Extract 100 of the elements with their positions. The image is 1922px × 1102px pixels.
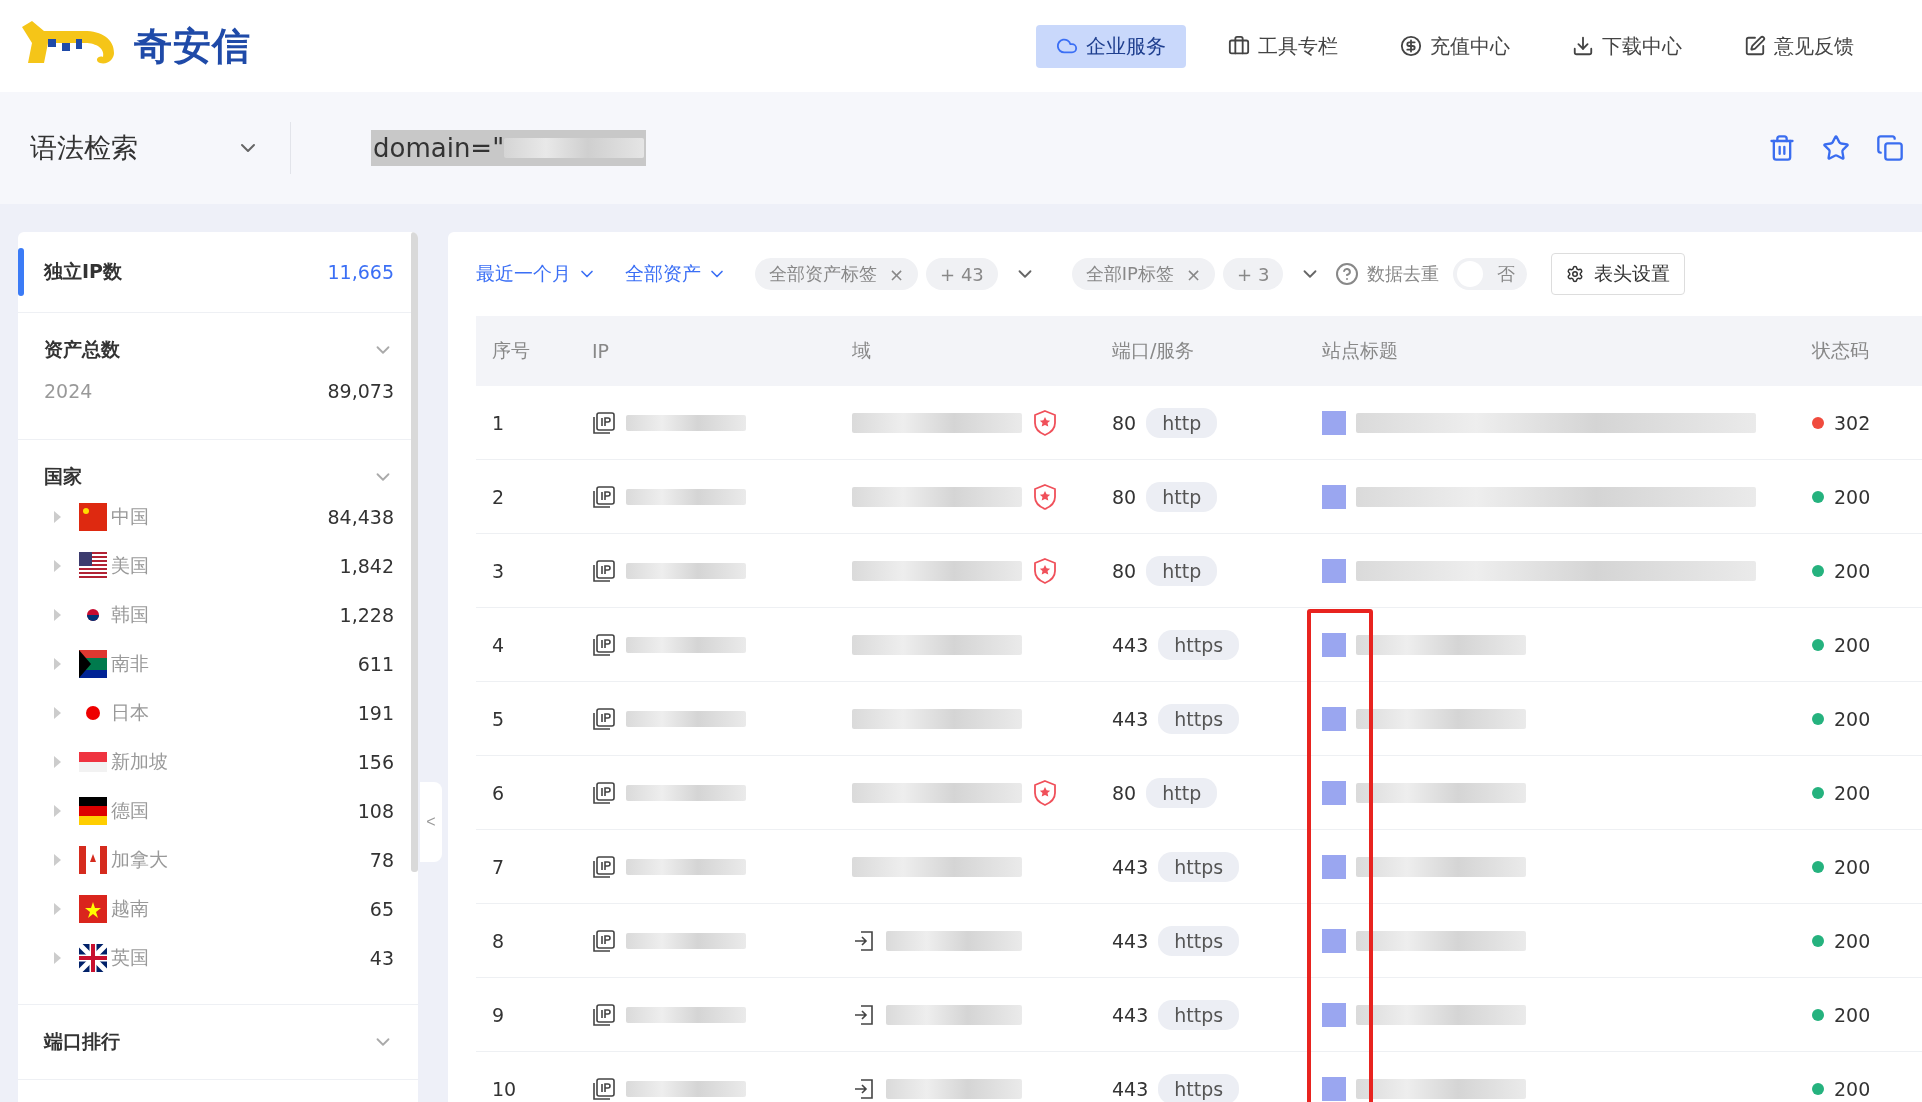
item-count: 611 — [357, 652, 394, 675]
item-count: 1,228 — [339, 603, 394, 626]
section-title: 独立IP数 — [44, 259, 122, 284]
item-count: 89,073 — [327, 380, 394, 402]
coin-icon — [1400, 35, 1422, 57]
ip-icon — [592, 780, 616, 805]
item-label[interactable]: 2024 — [44, 380, 93, 402]
favicon — [1322, 410, 1346, 435]
shield-icon — [1032, 408, 1058, 437]
expand-icon[interactable] — [54, 902, 61, 915]
favicon — [1322, 632, 1346, 657]
column-header[interactable]: IP — [592, 340, 852, 362]
item-label[interactable]: 英国 — [111, 944, 149, 971]
time-filter[interactable]: 最近一个月 — [476, 261, 597, 287]
item-label[interactable]: 南非 — [111, 650, 149, 677]
star-icon[interactable] — [1822, 134, 1850, 162]
service-tag: https — [1158, 629, 1240, 660]
dedupe-toggle[interactable]: 否 — [1453, 258, 1528, 290]
nav-item[interactable]: 意见反馈 — [1724, 24, 1874, 68]
expand-icon[interactable] — [54, 608, 61, 621]
filter-tag[interactable]: 全部IP标签 × — [1071, 258, 1216, 290]
table-cell-text: 10 — [492, 1077, 518, 1100]
expand-icon[interactable] — [54, 510, 61, 523]
toolbox-icon — [1228, 35, 1250, 57]
download-icon — [1572, 35, 1594, 57]
item-label[interactable]: 德国 — [111, 797, 149, 824]
table-cell-text: 9 — [492, 1003, 506, 1026]
favicon — [1322, 1002, 1346, 1027]
item-label[interactable]: 新加坡 — [111, 748, 168, 775]
ip-icon — [592, 484, 616, 509]
expand-icon[interactable] — [54, 755, 61, 768]
service-tag: https — [1158, 999, 1240, 1030]
ip-icon — [592, 558, 616, 583]
expand-icon[interactable] — [54, 853, 61, 866]
column-header[interactable]: 站点标题 — [1322, 338, 1812, 364]
ip-icon — [592, 706, 616, 731]
expand-icon[interactable] — [54, 657, 61, 670]
item-label[interactable]: 加拿大 — [111, 846, 168, 873]
flag-icon — [79, 845, 107, 874]
login-icon — [852, 928, 876, 953]
dedupe-label: 数据去重 — [1367, 262, 1440, 286]
search-field[interactable]: domain=" — [371, 130, 647, 166]
collapse-handle[interactable]: < — [420, 782, 442, 862]
port-number: 443 — [1112, 929, 1149, 952]
item-label[interactable]: 越南 — [111, 895, 149, 922]
table-cell-text: 2 — [492, 485, 506, 508]
remove-tag-button[interactable]: × — [889, 263, 905, 285]
flag-icon — [79, 751, 107, 772]
filter-tag[interactable]: 全部资产标签 × — [755, 258, 919, 290]
expand-icon[interactable] — [54, 706, 61, 719]
remove-tag-button[interactable]: × — [1186, 263, 1202, 285]
service-tag: http — [1146, 407, 1218, 438]
login-icon — [852, 1076, 876, 1101]
item-label[interactable]: 中国 — [111, 503, 149, 530]
port-number: 80 — [1112, 781, 1137, 804]
flag-icon — [86, 705, 100, 720]
status-code: 200 — [1834, 633, 1871, 656]
item-label[interactable]: 美国 — [111, 552, 149, 579]
more-tags[interactable]: + 3 — [1223, 258, 1284, 290]
column-header[interactable]: 序号 — [492, 338, 592, 364]
item-count: 156 — [357, 750, 394, 773]
column-header[interactable]: 状态码 — [1812, 338, 1922, 364]
copy-icon[interactable] — [1876, 134, 1904, 162]
more-tags[interactable]: + 43 — [926, 258, 998, 290]
asset-filter[interactable]: 全部资产 — [625, 261, 727, 287]
service-tag: https — [1158, 851, 1240, 882]
expand-icon[interactable] — [54, 804, 61, 817]
edit-icon — [1744, 35, 1766, 57]
login-icon — [852, 1002, 876, 1027]
nav-item[interactable]: 下载中心 — [1552, 24, 1702, 68]
column-settings-button[interactable]: 表头设置 — [1551, 253, 1686, 295]
port-number: 80 — [1112, 559, 1137, 582]
search-mode-select[interactable]: 语法检索 — [30, 130, 260, 166]
help-icon[interactable] — [1335, 262, 1360, 286]
scrollbar[interactable] — [411, 232, 418, 872]
table-cell-text: 1 — [492, 411, 506, 434]
favicon — [1322, 928, 1346, 953]
flag-icon — [79, 502, 107, 531]
service-tag: https — [1158, 1073, 1240, 1102]
flag-icon — [79, 649, 107, 678]
column-header[interactable]: 端口/服务 — [1112, 338, 1322, 364]
nav-item[interactable]: 充值中心 — [1380, 24, 1530, 68]
service-tag: https — [1158, 703, 1240, 734]
port-number: 443 — [1112, 707, 1149, 730]
nav-item[interactable]: 工具专栏 — [1208, 24, 1358, 68]
column-header[interactable]: 域 — [852, 338, 1112, 364]
item-label[interactable]: 日本 — [111, 699, 149, 726]
expand-icon[interactable] — [54, 559, 61, 572]
status-code: 200 — [1834, 707, 1871, 730]
section-title: 端口排行 — [44, 1029, 120, 1054]
expand-icon[interactable] — [54, 951, 61, 964]
status-code: 200 — [1834, 781, 1871, 804]
status-code: 200 — [1834, 929, 1871, 952]
status-code: 302 — [1834, 411, 1871, 434]
nav-item[interactable]: 企业服务 — [1036, 24, 1186, 68]
delete-icon[interactable] — [1768, 134, 1796, 162]
item-count: 65 — [369, 897, 394, 920]
item-label[interactable]: 韩国 — [111, 601, 149, 628]
item-count: 78 — [369, 848, 394, 871]
section-title: 国家 — [44, 464, 82, 489]
